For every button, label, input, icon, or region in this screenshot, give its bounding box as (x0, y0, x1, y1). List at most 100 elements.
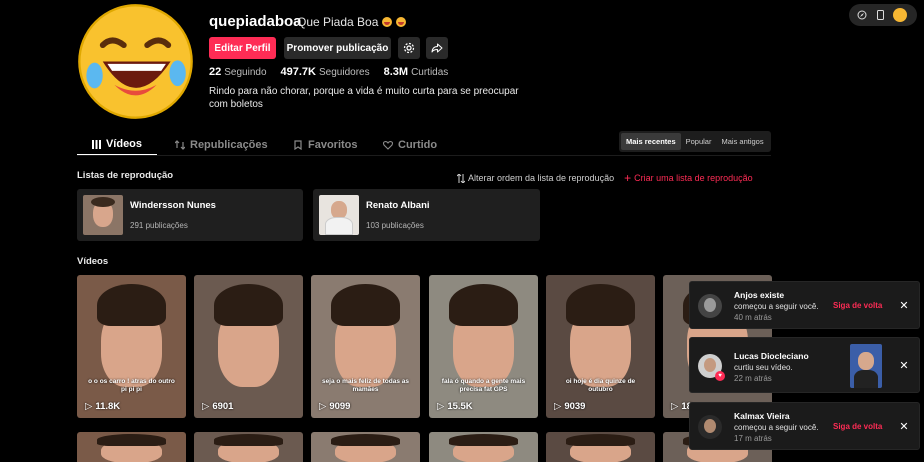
playlist-name: Renato Albani (366, 200, 430, 211)
video-card[interactable]: seja o mais feliz de todas as mamães ▷ 909… (311, 275, 420, 418)
notification-action: começou a seguir você. (734, 423, 819, 432)
profile-bio: Rindo para não chorar, porque a vida é m… (209, 86, 519, 110)
video-thumbnail-hair (96, 434, 167, 447)
playlist-card[interactable]: Renato Albani 103 publicações (313, 189, 540, 241)
close-icon[interactable]: ✕ (897, 358, 911, 372)
video-card[interactable] (311, 432, 420, 462)
notification-user[interactable]: Kalmax Vieira (734, 411, 790, 421)
close-icon[interactable]: ✕ (897, 298, 911, 312)
playlist-thumbnail (319, 195, 359, 235)
profile-username: quepiadaboa (209, 13, 302, 30)
stat-value: 497.7K (280, 66, 316, 78)
follow-back-button[interactable]: Siga de volta (833, 301, 882, 310)
profile-avatar[interactable] (77, 3, 194, 120)
tab-label: Curtido (398, 139, 438, 151)
plus-icon: + (624, 170, 632, 185)
video-card[interactable]: oi hoje é dia quinze de outubro ▷ 9039 (546, 275, 655, 418)
sort-arrows-icon (457, 173, 465, 183)
stat-likes: 8.3M Curtidas (384, 66, 449, 78)
view-count: 11.8K (95, 401, 121, 412)
phone-icon[interactable] (875, 10, 885, 20)
video-card[interactable]: ▷ 6901 (194, 275, 303, 418)
reorder-playlists-link[interactable]: Alterar ordem da lista de reprodução (457, 173, 614, 183)
play-icon: ▷ (319, 401, 327, 412)
video-caption: fala ó quando a gente mais precisa fat G… (441, 378, 526, 393)
notification-card[interactable]: Kalmax Vieira começou a seguir você. 17 … (689, 402, 920, 450)
play-icon: ▷ (437, 401, 445, 412)
video-thumbnail-hair (213, 283, 284, 327)
playlist-name: Windersson Nunes (130, 200, 216, 211)
videos-title: Vídeos (77, 256, 109, 267)
play-icon: ▷ (202, 401, 210, 412)
follow-back-button[interactable]: Siga de volta (833, 422, 882, 431)
play-icon: ▷ (554, 401, 562, 412)
video-card[interactable] (77, 432, 186, 462)
tab-liked[interactable]: Curtido (383, 134, 443, 156)
sort-oldest[interactable]: Mais antigos (716, 133, 768, 150)
sort-selector: Mais recentes Popular Mais antigos (619, 131, 771, 152)
edit-profile-button[interactable]: Editar Perfil (209, 37, 276, 59)
video-card[interactable] (429, 432, 538, 462)
notification-user[interactable]: Anjos existe (734, 290, 784, 300)
sort-most-recent[interactable]: Mais recentes (621, 133, 681, 150)
video-card[interactable] (194, 432, 303, 462)
notification-card[interactable]: ♥ Lucas Diocleciano curtiu seu vídeo. 22… (689, 337, 920, 393)
grid-icon (91, 139, 101, 149)
heart-icon (383, 140, 393, 150)
share-button[interactable] (426, 37, 448, 59)
laughing-emoji-icon (382, 17, 393, 27)
avatar[interactable] (698, 294, 722, 318)
video-thumbnail-hair (448, 283, 519, 327)
playlist-count: 291 publicações (130, 221, 188, 230)
settings-button[interactable] (398, 37, 420, 59)
video-views: ▷ 9039 (554, 401, 585, 412)
playlist-card[interactable]: Windersson Nunes 291 publicações (77, 189, 303, 241)
tab-label: Republicações (190, 139, 268, 151)
notification-card[interactable]: Anjos existe começou a seguir você. 40 m… (689, 281, 920, 329)
notification-action: começou a seguir você. (734, 302, 819, 311)
view-count: 6901 (212, 401, 234, 412)
profile-stats: 22 Seguindo 497.7K Seguidores 8.3M Curtidas (209, 66, 448, 78)
repost-icon (175, 140, 185, 150)
video-views: ▷ 11.8K (85, 401, 120, 412)
browser-controls (849, 4, 917, 26)
video-views: ▷ 6901 (202, 401, 233, 412)
notification-time: 22 m atrás (734, 374, 772, 383)
sort-popular[interactable]: Popular (681, 133, 717, 150)
tab-reposts[interactable]: Republicações (175, 134, 275, 156)
stat-value: 8.3M (383, 66, 409, 78)
tab-favorites[interactable]: Favoritos (293, 134, 365, 156)
laughing-emoji-icon (396, 17, 407, 27)
video-card[interactable]: fala ó quando a gente mais precisa fat G… (429, 275, 538, 418)
playlist-count: 103 publicações (366, 221, 424, 230)
create-playlist-link[interactable]: + Criar uma lista de reprodução (624, 170, 753, 185)
stat-label: Seguidores (319, 67, 370, 78)
video-thumbnail-hair (330, 283, 401, 327)
promote-post-button[interactable]: Promover publicação (284, 37, 391, 59)
stat-label: Curtidas (411, 67, 449, 78)
view-count: 15.5K (447, 401, 473, 412)
reorder-label: Alterar ordem da lista de reprodução (468, 173, 615, 183)
create-label: Criar uma lista de reprodução (634, 173, 753, 183)
playlists-title: Listas de reprodução (77, 170, 174, 181)
close-icon[interactable]: ✕ (897, 419, 911, 433)
stat-followers[interactable]: 497.7K Seguidores (281, 66, 370, 78)
tab-videos[interactable]: Vídeos (77, 134, 157, 156)
notification-user[interactable]: Lucas Diocleciano (734, 351, 809, 361)
stat-label: Seguindo (224, 67, 267, 78)
video-card[interactable]: o o os carro ! atras do outro pi pi pi ▷ 1… (77, 275, 186, 418)
profile-emoji-icon[interactable] (893, 8, 907, 22)
video-card[interactable] (546, 432, 655, 462)
stat-value: 22 (209, 66, 222, 78)
video-caption: seja o mais feliz de todas as mamães (321, 378, 410, 393)
video-thumbnail-hair (96, 283, 167, 327)
video-thumbnail[interactable] (850, 344, 882, 388)
play-icon: ▷ (671, 401, 679, 412)
avatar[interactable] (698, 415, 722, 439)
video-caption: o o os carro ! atras do outro pi pi pi (88, 378, 175, 393)
gear-icon (403, 42, 415, 54)
compass-icon[interactable] (857, 10, 867, 20)
stat-following[interactable]: 22 Seguindo (209, 66, 267, 78)
view-count: 9039 (564, 401, 586, 412)
profile-nickname: Que Piada Boa (297, 15, 407, 29)
